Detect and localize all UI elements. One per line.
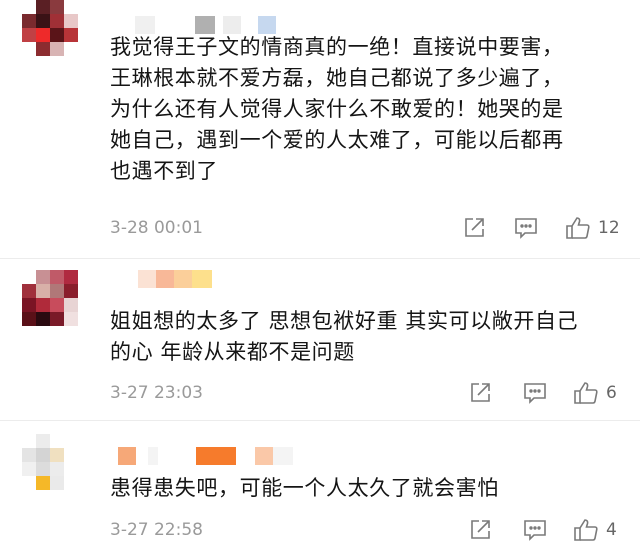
comment-text: 我觉得王子文的情商真的一绝！直接说中要害， 王琳根本就不爱方磊，她自己都说了多少… bbox=[110, 32, 630, 187]
thumbs-up-icon[interactable] bbox=[573, 518, 599, 542]
comment-meta: 3-28 00:01 12 bbox=[110, 216, 630, 240]
comment-meta: 3-27 23:03 6 bbox=[110, 381, 630, 405]
comment-line: 她自己，遇到一个爱的人太难了，可能以后都再 bbox=[110, 128, 564, 152]
comment-line: 也遇不到了 bbox=[110, 159, 218, 183]
like-count: 12 bbox=[598, 218, 620, 238]
avatar[interactable] bbox=[22, 434, 78, 490]
comment-icon[interactable] bbox=[513, 216, 539, 240]
comment-line: 患得患失吧，可能一个人太久了就会害怕 bbox=[110, 476, 499, 500]
share-icon[interactable] bbox=[462, 216, 486, 240]
comment-text: 患得患失吧，可能一个人太久了就会害怕 bbox=[110, 473, 630, 504]
comment-text: 姐姐想的太多了 思想包袱好重 其实可以敞开自己 的心 年龄从来都不是问题 bbox=[110, 306, 630, 368]
divider bbox=[0, 420, 640, 421]
comment-line: 的心 年龄从来都不是问题 bbox=[110, 340, 355, 364]
like-count: 4 bbox=[606, 520, 617, 540]
comment-line: 我觉得王子文的情商真的一绝！直接说中要害， bbox=[110, 35, 564, 59]
timestamp: 3-28 00:01 bbox=[110, 218, 203, 238]
share-icon[interactable] bbox=[468, 518, 492, 542]
thumbs-up-icon[interactable] bbox=[573, 381, 599, 405]
comment-line: 姐姐想的太多了 思想包袱好重 其实可以敞开自己 bbox=[110, 309, 579, 333]
comment-line: 为什么还有人觉得人家什么不敢爱的！她哭的是 bbox=[110, 97, 564, 121]
share-icon[interactable] bbox=[468, 381, 492, 405]
like-count: 6 bbox=[606, 383, 617, 403]
avatar[interactable] bbox=[22, 270, 78, 326]
comment-meta: 3-27 22:58 4 bbox=[110, 518, 630, 542]
comment-line: 王琳根本就不爱方磊，她自己都说了多少遍了， bbox=[110, 66, 564, 90]
divider bbox=[0, 258, 640, 259]
avatar[interactable] bbox=[22, 0, 78, 56]
timestamp: 3-27 23:03 bbox=[110, 383, 203, 403]
comment-icon[interactable] bbox=[522, 381, 548, 405]
comment-icon[interactable] bbox=[522, 518, 548, 542]
timestamp: 3-27 22:58 bbox=[110, 520, 203, 540]
thumbs-up-icon[interactable] bbox=[565, 216, 591, 240]
